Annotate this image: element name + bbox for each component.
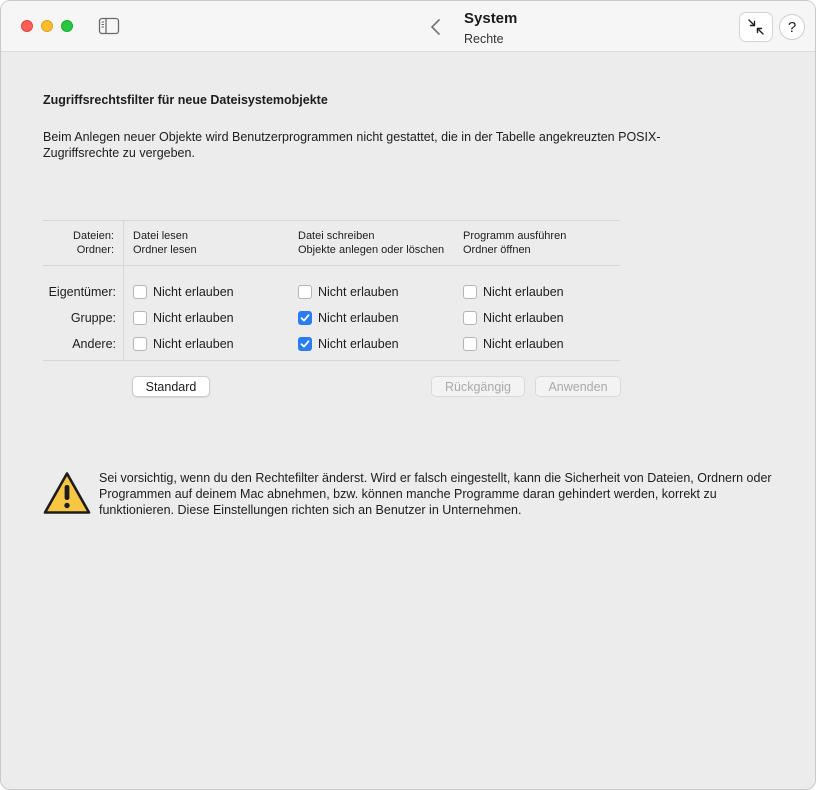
zoom-window-button[interactable] — [61, 20, 73, 32]
column-read-files: Datei lesen — [133, 230, 189, 242]
checkbox-label: Nicht erlauben — [153, 311, 234, 325]
column-write-files: Datei schreiben — [298, 230, 375, 242]
others-write-checkbox[interactable]: Nicht erlauben — [298, 337, 399, 351]
checkbox-box[interactable] — [463, 311, 477, 325]
apply-button[interactable]: Anwenden — [535, 376, 621, 397]
collapse-button[interactable] — [739, 12, 773, 42]
warning-icon — [43, 472, 91, 514]
checkbox-label: Nicht erlauben — [318, 285, 399, 299]
column-exec-folders: Ordner öffnen — [463, 244, 531, 256]
table-bottom-divider — [43, 360, 620, 361]
table-vertical-divider — [123, 221, 124, 360]
checkbox-label: Nicht erlauben — [483, 337, 564, 351]
group-read-checkbox[interactable]: Nicht erlauben — [133, 311, 234, 325]
checkbox-box[interactable] — [298, 311, 312, 325]
checkbox-label: Nicht erlauben — [153, 337, 234, 351]
checkmark-icon — [300, 340, 310, 348]
close-window-button[interactable] — [21, 20, 33, 32]
system-window: System Rechte ? Zugriffsrechtsfilter für… — [0, 0, 816, 790]
others-execute-checkbox[interactable]: Nicht erlauben — [463, 337, 564, 351]
window-title: System — [464, 10, 518, 27]
column-exec-files: Programm ausführen — [463, 230, 567, 242]
section-heading: Zugriffsrechtsfilter für neue Dateisyste… — [43, 93, 328, 107]
checkbox-box[interactable] — [298, 337, 312, 351]
title-bar: System Rechte ? — [1, 1, 815, 52]
checkbox-box[interactable] — [133, 311, 147, 325]
checkbox-label: Nicht erlauben — [153, 285, 234, 299]
warning-text: Sei vorsichtig, wenn du den Rechtefilter… — [99, 471, 772, 517]
column-write-folders: Objekte anlegen oder löschen — [298, 244, 445, 256]
header-folders-label: Ordner: — [76, 244, 114, 256]
window-subtitle: Rechte — [464, 32, 504, 46]
group-execute-checkbox[interactable]: Nicht erlauben — [463, 311, 564, 325]
checkbox-box[interactable] — [298, 285, 312, 299]
table-header-divider — [43, 265, 620, 266]
row-label-others: Andere: — [72, 337, 116, 351]
column-read-folders: Ordner lesen — [133, 244, 197, 256]
checkbox-box[interactable] — [133, 337, 147, 351]
section-description: Beim Anlegen neuer Objekte wird Benutzer… — [43, 130, 661, 160]
checkbox-box[interactable] — [463, 337, 477, 351]
checkbox-box[interactable] — [133, 285, 147, 299]
table-top-divider — [43, 220, 620, 221]
checkbox-label: Nicht erlauben — [318, 337, 399, 351]
collapse-arrows-icon — [748, 19, 764, 35]
undo-button[interactable]: Rückgängig — [431, 376, 525, 397]
group-write-checkbox[interactable]: Nicht erlauben — [298, 311, 399, 325]
checkmark-icon — [300, 314, 310, 322]
checkbox-label: Nicht erlauben — [483, 285, 564, 299]
back-chevron-icon[interactable] — [427, 16, 445, 38]
others-read-checkbox[interactable]: Nicht erlauben — [133, 337, 234, 351]
owner-read-checkbox[interactable]: Nicht erlauben — [133, 285, 234, 299]
checkbox-label: Nicht erlauben — [483, 311, 564, 325]
minimize-window-button[interactable] — [41, 20, 53, 32]
standard-button[interactable]: Standard — [132, 376, 210, 397]
help-button[interactable]: ? — [779, 14, 805, 40]
header-files-label: Dateien: — [73, 230, 114, 242]
checkbox-box[interactable] — [463, 285, 477, 299]
owner-write-checkbox[interactable]: Nicht erlauben — [298, 285, 399, 299]
checkbox-label: Nicht erlauben — [318, 311, 399, 325]
owner-execute-checkbox[interactable]: Nicht erlauben — [463, 285, 564, 299]
sidebar-toggle-icon[interactable] — [98, 17, 120, 35]
row-label-group: Gruppe: — [70, 311, 116, 325]
row-label-owner: Eigentümer: — [48, 285, 116, 299]
